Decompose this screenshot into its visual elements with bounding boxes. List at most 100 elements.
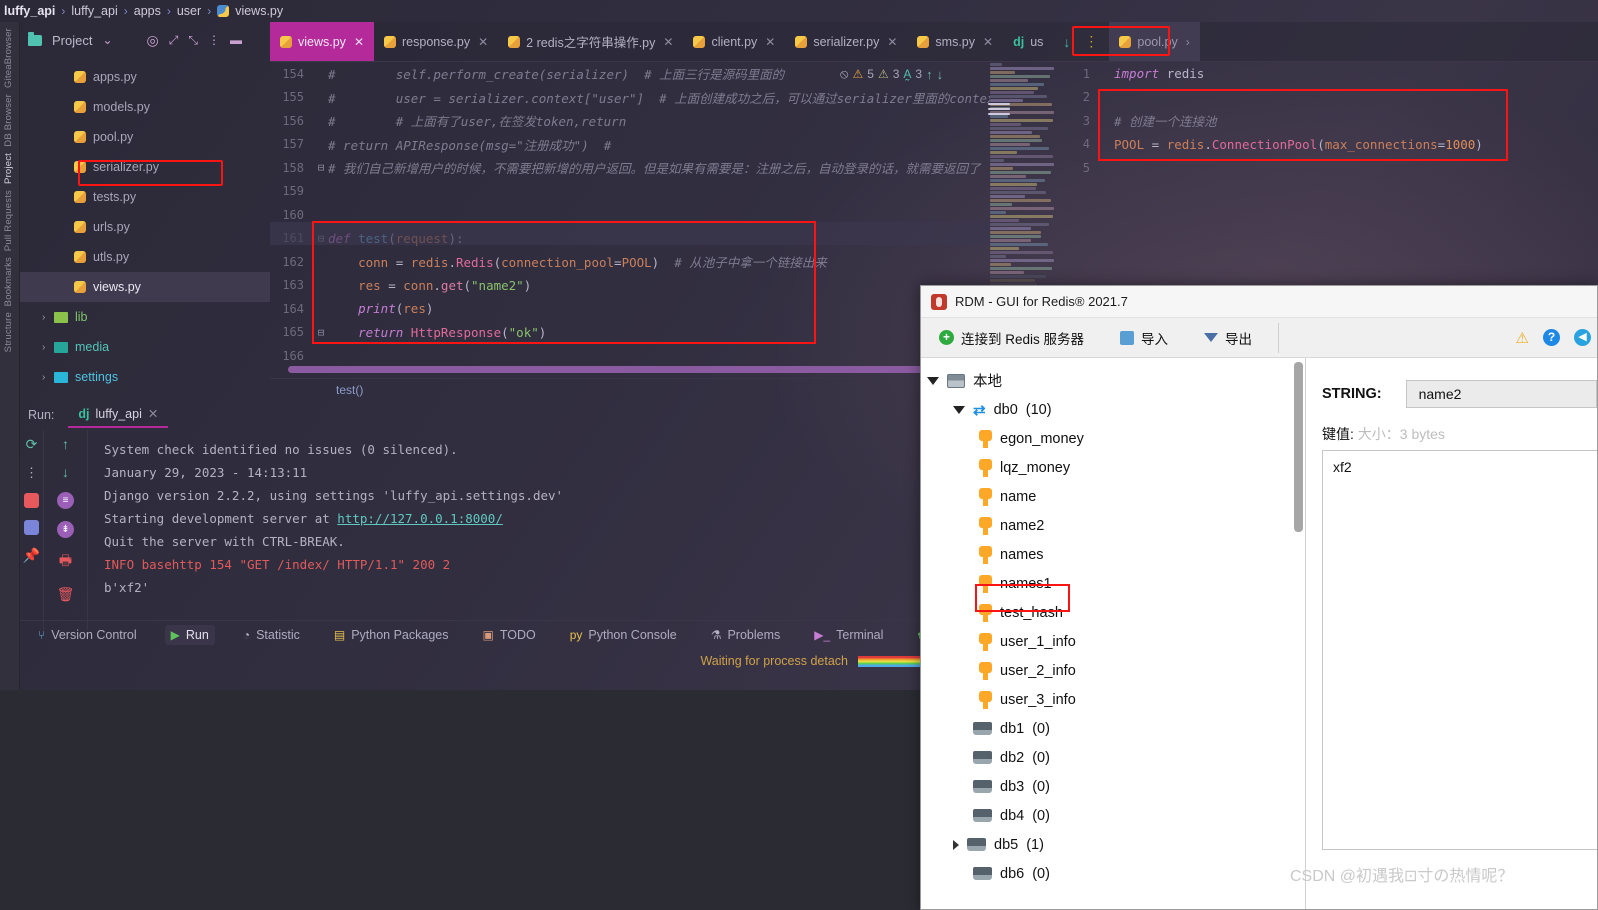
warning-icon[interactable]: ⚠ (1516, 329, 1529, 347)
tree-node-db2[interactable]: db2(0) (921, 743, 1305, 772)
code-text[interactable]: # # 上面有了user,在签发token,return (328, 111, 990, 130)
sidebar-item-bookmarks[interactable]: Bookmarks (3, 257, 14, 306)
tree-node-db5[interactable]: db5(1) (921, 830, 1305, 859)
print-icon[interactable]: 🖶 (59, 550, 72, 574)
breadcrumb-item-0[interactable]: luffy_api (4, 4, 55, 18)
inspection-widget[interactable]: ⦸ ⚠ 5 ⚠ 3 A̰ 3 ↑ ↓ (840, 62, 1000, 86)
editor-breadcrumb-label[interactable]: test() (336, 383, 363, 397)
code-editor-views-py[interactable]: 154# self.perform_create(serializer) # 上… (270, 62, 990, 380)
close-icon[interactable]: ✕ (148, 406, 158, 421)
collapse-icon[interactable]: ⤡ (188, 33, 198, 48)
tree-item-tests[interactable]: tests.py (20, 182, 270, 212)
console-link[interactable]: http://127.0.0.1:8000/ (337, 511, 503, 526)
tree-key-user_1_info[interactable]: user_1_info (921, 627, 1305, 656)
close-icon[interactable]: ✕ (354, 35, 364, 49)
chevron-right-icon[interactable]: › (42, 372, 45, 383)
tree-item-pool[interactable]: pool.py (20, 122, 270, 152)
breadcrumb-item-4[interactable]: views.py (235, 4, 283, 18)
tree-key-user_3_info[interactable]: user_3_info (921, 685, 1305, 714)
editor-horizontal-scrollbar[interactable] (288, 366, 988, 374)
tree-node-db4[interactable]: db4(0) (921, 801, 1305, 830)
tool-problems[interactable]: ⚗Problems (705, 625, 787, 645)
tool-statistic[interactable]: ◔Statistic (237, 625, 306, 645)
no-inspect-icon[interactable]: ⦸ (840, 66, 848, 82)
stop-icon[interactable] (24, 493, 39, 508)
tree-node-db6[interactable]: db6(0) (921, 859, 1305, 888)
chevron-down-icon[interactable]: ↓ (1063, 34, 1070, 50)
close-icon[interactable]: ✕ (983, 35, 993, 49)
layout-icon[interactable] (24, 520, 39, 535)
down-arrow-icon[interactable]: ↓ (62, 464, 69, 480)
key-name-input[interactable]: name2 (1406, 380, 1597, 408)
minimize-icon[interactable]: ▬ (230, 33, 242, 47)
tool-run[interactable]: ▶Run (165, 625, 215, 645)
tree-item-apps[interactable]: apps.py (20, 62, 270, 92)
tree-item-urls[interactable]: urls.py (20, 212, 270, 242)
run-tab-luffy-api[interactable]: dj luffy_api ✕ (68, 402, 168, 428)
tree-item-views[interactable]: views.py (20, 272, 270, 302)
sidebar-item-gitea-browser[interactable]: GiteaBrowser (3, 28, 14, 88)
clear-icon[interactable]: 🗑 (57, 586, 75, 603)
next-problem-icon[interactable]: ↓ (937, 67, 944, 82)
key-value-textarea[interactable]: xf2 (1322, 450, 1597, 850)
tab-us[interactable]: djus (1003, 22, 1053, 61)
fold-icon[interactable]: ⊟ (314, 161, 328, 174)
more-icon[interactable]: ⋮ (208, 33, 220, 47)
code-text[interactable]: # return APIResponse(msg="注册成功") # (328, 135, 990, 154)
tree-item-utls[interactable]: utls.py (20, 242, 270, 272)
up-arrow-icon[interactable]: ↑ (62, 436, 69, 452)
connect-to-redis-button[interactable]: + 连接到 Redis 服务器 (921, 318, 1102, 357)
more-icon[interactable]: ⋮ (25, 465, 38, 481)
sidebar-item-pull-requests[interactable]: Pull Requests (3, 190, 14, 251)
tree-key-name[interactable]: name (921, 482, 1305, 511)
rerun-icon[interactable]: ⟳ (26, 436, 38, 453)
run-console-output[interactable]: System check identified no issues (0 sil… (88, 430, 998, 630)
tool-python-packages[interactable]: ▤Python Packages (328, 625, 455, 645)
breadcrumb-item-2[interactable]: apps (134, 4, 161, 18)
pin-icon[interactable]: 📌 (23, 547, 40, 564)
chevron-right-icon[interactable]: › (42, 312, 45, 323)
caret-down-icon[interactable] (953, 406, 965, 414)
tree-item-models[interactable]: models.py (20, 92, 270, 122)
code-text[interactable]: # user = serializer.context["user"] # 上面… (328, 88, 990, 107)
chevron-right-icon[interactable]: › (1186, 35, 1190, 49)
tree-item-lib[interactable]: ›lib (20, 302, 270, 332)
code-text[interactable]: import redis (1114, 66, 1598, 81)
prev-problem-icon[interactable]: ↑ (926, 67, 933, 82)
sidebar-item-structure[interactable]: Structure (3, 312, 14, 352)
soft-wrap-icon[interactable]: ≡ (57, 492, 74, 509)
close-icon[interactable]: ✕ (887, 35, 897, 49)
tree-key-user_2_info[interactable]: user_2_info (921, 656, 1305, 685)
tree-node-db3[interactable]: db3(0) (921, 772, 1305, 801)
redis-key-tree[interactable]: 本地⇄db0(10)egon_moneylqz_moneynamename2na… (921, 358, 1306, 910)
expand-icon[interactable]: ⤢ (169, 33, 179, 48)
chevron-down-icon[interactable]: ⌄ (102, 33, 112, 47)
tab-sms-py[interactable]: sms.py✕ (907, 22, 1003, 61)
tab-response-py[interactable]: response.py✕ (374, 22, 498, 61)
tool-todo[interactable]: ▣TODO (477, 625, 542, 645)
tree-key-egon_money[interactable]: egon_money (921, 424, 1305, 453)
sidebar-item-db-browser[interactable]: DB Browser (3, 94, 14, 147)
tree-node-db0[interactable]: ⇄db0(10) (921, 395, 1305, 424)
tool-python-console[interactable]: pyPython Console (564, 625, 683, 645)
tool-terminal[interactable]: ▶_Terminal (808, 625, 889, 645)
tab-serializer-py[interactable]: serializer.py✕ (785, 22, 907, 61)
code-text[interactable]: # 我们自己新增用户的时候，不需要把新增的用户返回。但是如果有需要是：注册之后，… (328, 158, 990, 177)
tab-redis-string-ops-py[interactable]: 2 redis之字符串操作.py✕ (498, 22, 683, 61)
tree-node-db1[interactable]: db1(0) (921, 714, 1305, 743)
tool-version-control[interactable]: ⑂Version Control (32, 625, 143, 645)
scroll-to-end-icon[interactable]: ⇟ (57, 521, 74, 538)
tree-item-media[interactable]: ›media (20, 332, 270, 362)
close-icon[interactable]: ✕ (663, 35, 673, 49)
close-icon[interactable]: ✕ (478, 35, 488, 49)
tree-node-server[interactable]: 本地 (921, 366, 1305, 395)
sidebar-item-project[interactable]: Project (3, 153, 14, 184)
tree-key-name2[interactable]: name2 (921, 511, 1305, 540)
import-button[interactable]: 导入 (1102, 318, 1186, 357)
tree-scrollbar[interactable] (1294, 362, 1303, 532)
help-icon[interactable]: ? (1543, 329, 1560, 346)
collapse-left-icon[interactable]: ◀ (1574, 329, 1591, 346)
close-icon[interactable]: ✕ (765, 35, 775, 49)
export-button[interactable]: 导出 (1186, 318, 1270, 357)
tree-item-settings[interactable]: ›settings (20, 362, 270, 388)
